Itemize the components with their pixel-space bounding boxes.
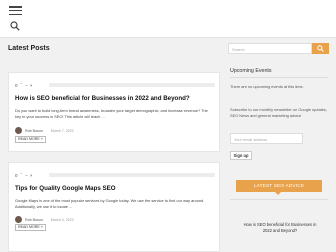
newsletter-text: Subscribe to our monthly newsletter on G… — [230, 107, 327, 118]
vote-count: 0 — [15, 82, 18, 88]
vote-count: 0 — [15, 172, 18, 178]
avatar — [15, 127, 22, 134]
post-date: March 7, 2022 — [50, 128, 74, 133]
vote-bar — [49, 173, 215, 177]
email-field[interactable]: Your email address — [230, 133, 303, 144]
post-meta: Rob Bosun March 4, 2022 — [15, 216, 74, 223]
avatar — [15, 216, 22, 223]
vote-widget: 0 ⌃ – × — [15, 172, 32, 178]
search-icon[interactable] — [10, 21, 20, 31]
vote-minus[interactable]: – — [25, 173, 28, 178]
sign-up-button[interactable]: Sign up — [230, 151, 252, 160]
top-bar — [0, 0, 336, 38]
divider — [230, 77, 328, 78]
post-date: March 4, 2022 — [50, 217, 74, 222]
search-icon — [317, 45, 324, 52]
divider — [230, 199, 328, 200]
menu-icon[interactable] — [9, 6, 22, 16]
events-widget-title: Upcoming Events — [230, 68, 272, 74]
post-author[interactable]: Rob Bosun — [25, 129, 43, 133]
post-excerpt: Do you want to build long-term brand awa… — [15, 108, 208, 119]
post-meta: Rob Bosun March 7, 2022 — [15, 127, 74, 134]
no-events-text: There are no upcoming events at this tim… — [230, 84, 304, 89]
post-card: 0 ⌃ – × Tips for Quality Google Maps SEO… — [8, 162, 220, 252]
section-title: Latest Posts — [8, 45, 50, 52]
read-more-button[interactable]: READ MORE » — [15, 224, 46, 231]
post-title[interactable]: Tips for Quality Google Maps SEO — [15, 185, 116, 192]
post-author[interactable]: Rob Bosun — [25, 218, 43, 222]
latest-advice-banner: LATEST SEO ADVICE — [236, 180, 322, 195]
downvote-icon[interactable]: × — [30, 83, 33, 88]
vote-bar — [49, 83, 215, 87]
upvote-icon[interactable]: ⌃ — [20, 172, 24, 178]
vote-widget: 0 ⌃ – × — [15, 82, 32, 88]
read-more-button[interactable]: READ MORE » — [15, 136, 46, 143]
post-excerpt: Google Maps is one of the most popular s… — [15, 198, 205, 209]
vote-minus[interactable]: – — [25, 83, 28, 88]
sidebar-search-input[interactable]: Search — [228, 43, 312, 54]
downvote-icon[interactable]: × — [30, 173, 33, 178]
sidebar-post-link[interactable]: How is SEO beneficial for Businesses in … — [239, 222, 321, 234]
post-title[interactable]: How is SEO beneficial for Businesses in … — [15, 95, 190, 102]
upvote-icon[interactable]: ⌃ — [20, 82, 24, 88]
post-card: 0 ⌃ – × How is SEO beneficial for Busine… — [8, 72, 220, 152]
search-button[interactable] — [312, 43, 329, 54]
